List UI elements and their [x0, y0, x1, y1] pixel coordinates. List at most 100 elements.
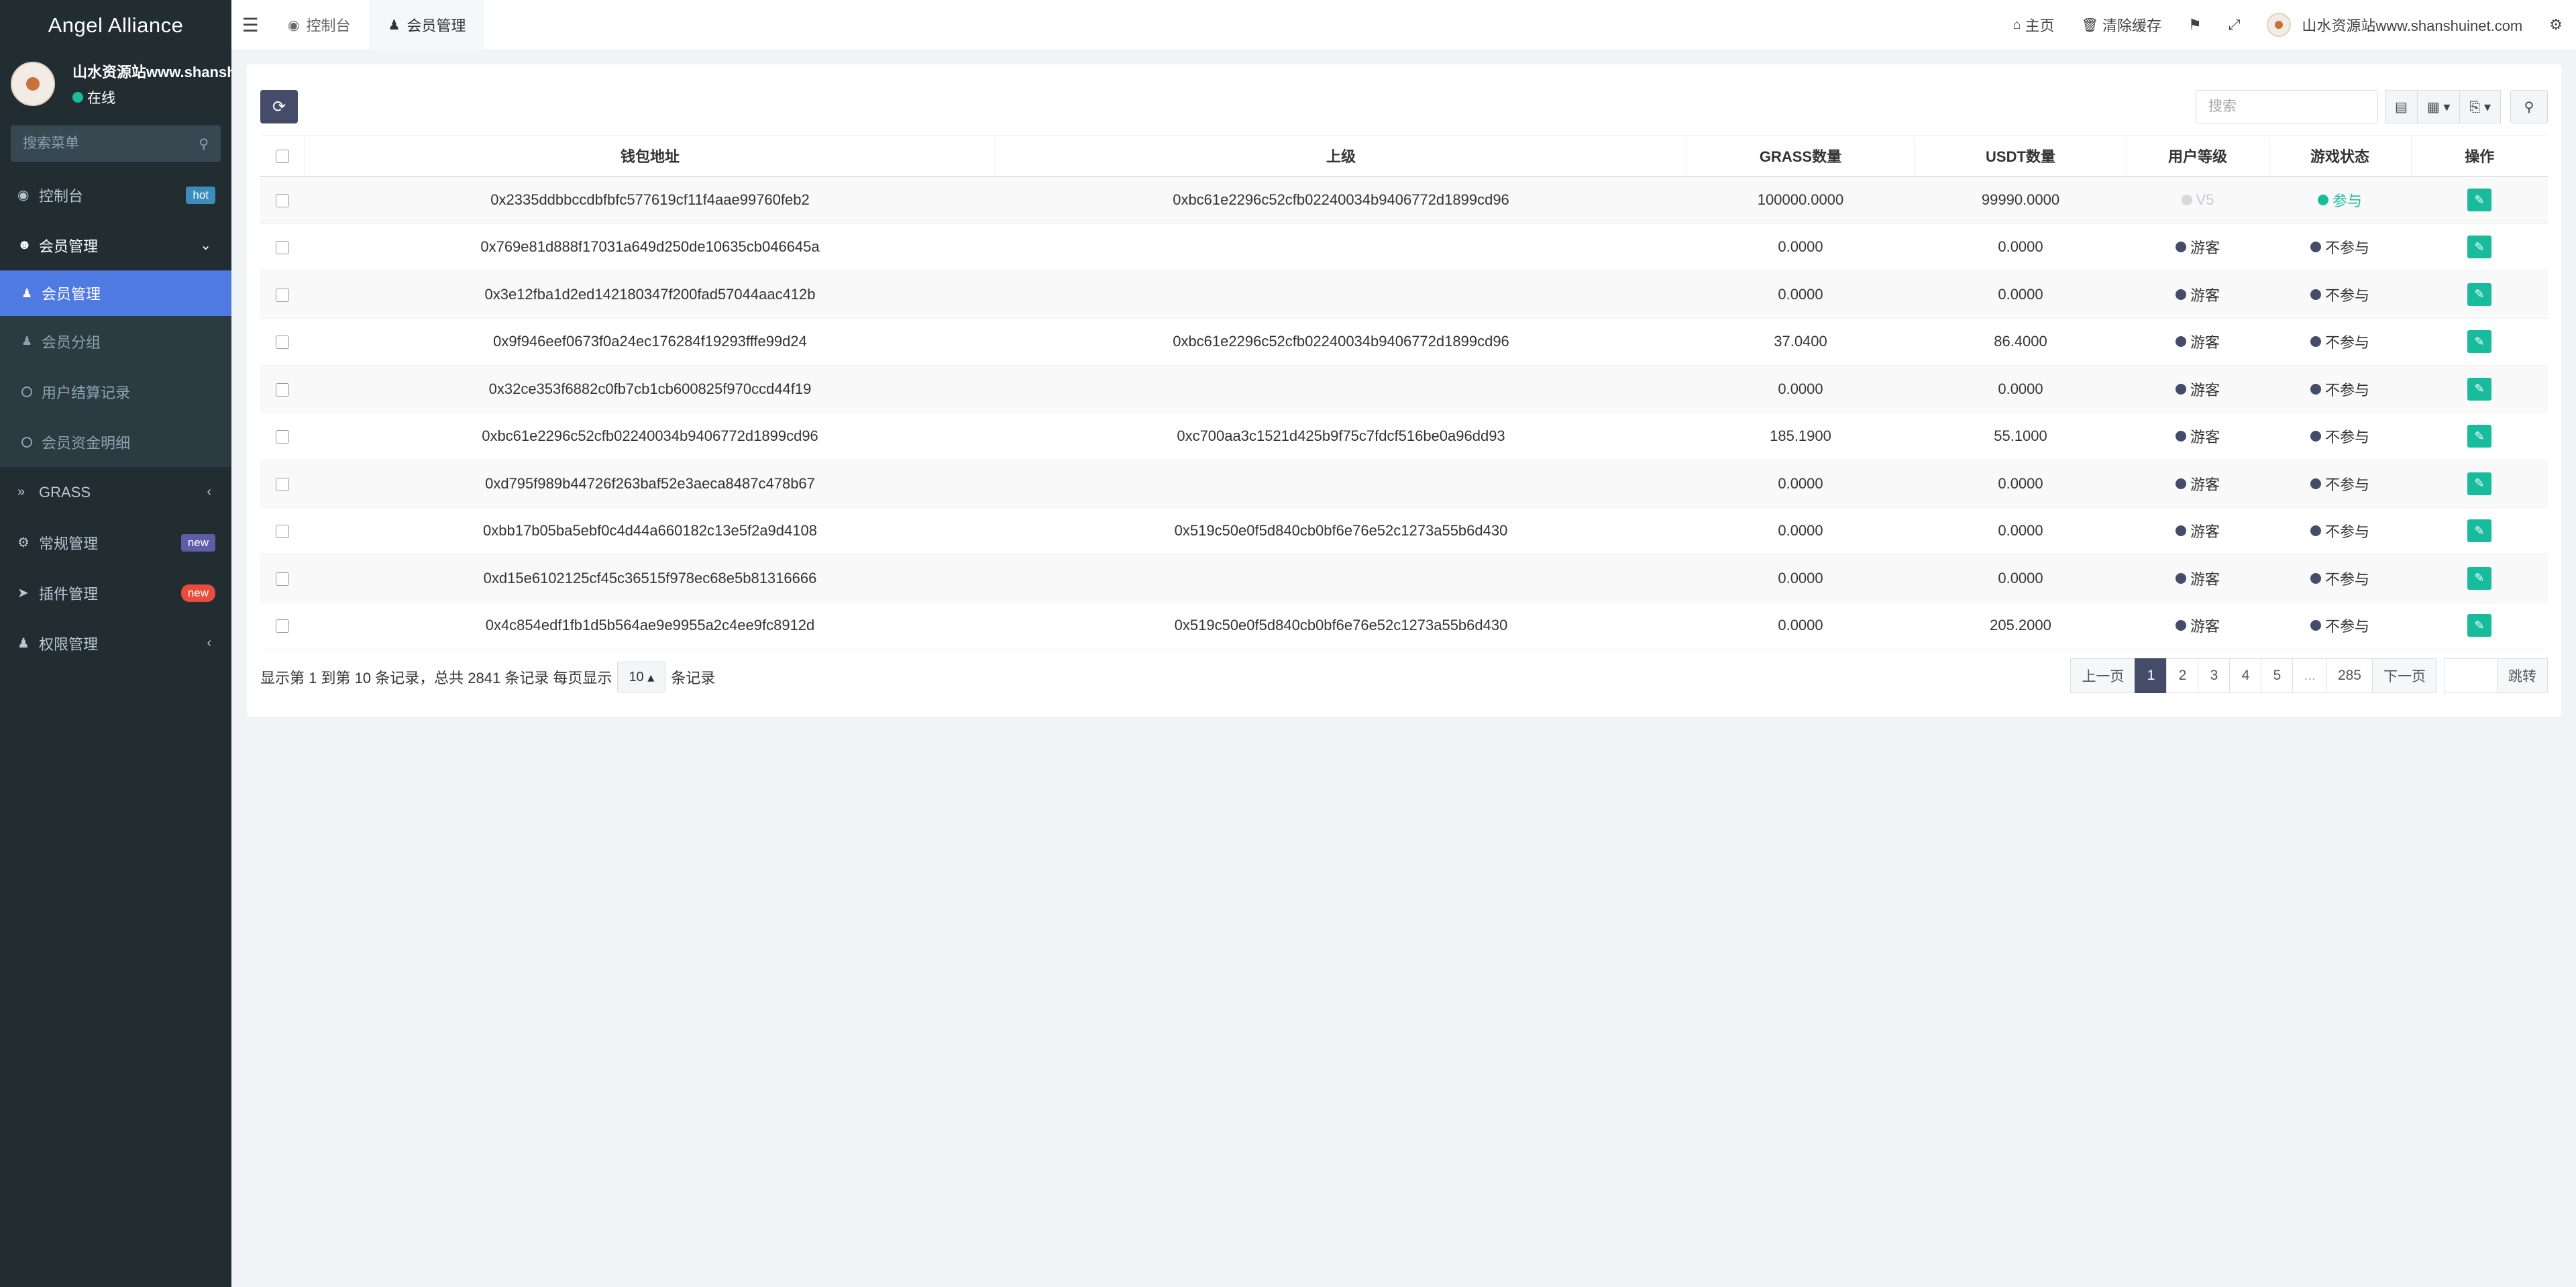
sidebar-item-plugins[interactable]: ➤ 插件管理 new — [0, 568, 231, 618]
tab-dashboard[interactable]: ◉ 控制台 — [269, 0, 369, 50]
sidebar-subitem-member-manage[interactable]: ♟ 会员管理 — [0, 270, 231, 316]
edit-button[interactable]: ✎ — [2467, 566, 2491, 590]
table-row: 0xd795f989b44726f263baf52e3aeca8487c478b… — [260, 460, 2548, 508]
level-label: V5 — [2196, 191, 2214, 208]
sidebar-item-grass[interactable]: » GRASS ‹ — [0, 467, 231, 517]
sidebar-subitem-member-group[interactable]: ♟ 会员分组 — [0, 316, 231, 366]
dashboard-icon: ◉ — [17, 188, 30, 203]
row-checkbox[interactable] — [260, 318, 305, 366]
cell-parent — [996, 365, 1686, 413]
cell-grass: 0.0000 — [1686, 460, 1915, 508]
language-icon[interactable]: ⚑ — [2175, 16, 2215, 34]
advanced-search-button[interactable]: ⚲ — [2510, 90, 2548, 123]
col-parent[interactable]: 上级 — [995, 136, 1686, 177]
page-size-select[interactable]: 10 ▴ — [617, 662, 666, 692]
settings-gear-icon[interactable]: ⚙ — [2536, 16, 2576, 34]
sidebar-item-dashboard[interactable]: ◉ 控制台 hot — [0, 170, 231, 220]
select-all-checkbox[interactable] — [260, 136, 305, 177]
cell-state: 不参与 — [2269, 413, 2411, 460]
state-dot-icon — [2310, 431, 2321, 442]
col-grass[interactable]: GRASS数量 — [1686, 136, 1915, 177]
cell-actions: ✎ — [2411, 602, 2548, 650]
refresh-icon: ⟳ — [272, 97, 286, 116]
clear-cache-button[interactable]: 🗑 清除缓存 — [2068, 14, 2175, 36]
row-checkbox[interactable] — [260, 554, 305, 603]
sidebar-subitem-settlement[interactable]: 用户结算记录 — [0, 366, 231, 417]
cell-state: 参与 — [2269, 176, 2411, 224]
home-link[interactable]: ⌂ 主页 — [2000, 14, 2068, 36]
caret-up-icon: ▴ — [647, 670, 655, 685]
cell-state: 不参与 — [2269, 270, 2411, 319]
edit-button[interactable]: ✎ — [2467, 425, 2491, 448]
page-button[interactable]: 285 — [2326, 658, 2373, 693]
edit-button[interactable]: ✎ — [2467, 189, 2491, 211]
fullscreen-icon[interactable]: ⤢ — [2215, 16, 2254, 34]
cogs-icon: ⚙ — [17, 535, 30, 550]
sidebar-item-members[interactable]: ☻ 会员管理 ⌄ — [0, 220, 231, 270]
pagination-summary: 显示第 1 到第 10 条记录，总共 2841 条记录 每页显示 10 ▴ 条记… — [260, 660, 715, 694]
grid-icon: ▦ ▾ — [2426, 99, 2451, 115]
row-checkbox[interactable] — [260, 365, 305, 413]
user-menu[interactable]: 山水资源站www.shanshuinet.com — [2253, 13, 2536, 37]
row-checkbox[interactable] — [260, 460, 305, 508]
jump-page-input[interactable] — [2444, 658, 2498, 693]
col-usdt[interactable]: USDT数量 — [1914, 136, 2127, 177]
table-row: 0x9f946eef0673f0a24ec176284f19293fffe99d… — [260, 318, 2548, 366]
edit-button[interactable]: ✎ — [2467, 472, 2491, 495]
page-button[interactable]: 3 — [2198, 658, 2231, 693]
table-row: 0xbb17b05ba5ebf0c4d44a660182c13e5f2a9d41… — [260, 507, 2548, 555]
sidebar-item-label: 常规管理 — [39, 535, 99, 552]
row-checkbox[interactable] — [260, 223, 305, 271]
row-checkbox[interactable] — [260, 413, 305, 460]
col-wallet[interactable]: 钱包地址 — [304, 136, 996, 177]
chevron-down-icon: ⌄ — [200, 238, 211, 253]
sidebar-item-label: 控制台 — [39, 187, 84, 205]
tab-member-manage[interactable]: ♟ 会员管理 — [369, 0, 485, 50]
edit-button[interactable]: ✎ — [2467, 519, 2491, 543]
toggle-view-button[interactable]: ▤ — [2384, 90, 2418, 123]
refresh-button[interactable]: ⟳ — [260, 90, 298, 123]
row-checkbox[interactable] — [260, 270, 305, 319]
export-button[interactable]: ⎘ ▾ — [2460, 90, 2501, 123]
row-checkbox[interactable] — [260, 176, 305, 224]
col-level[interactable]: 用户等级 — [2126, 136, 2269, 177]
cell-wallet: 0x2335ddbbccdbfbfc577619cf11f4aae99760fe… — [305, 176, 996, 224]
menu-toggle-icon[interactable]: ☰ — [231, 14, 269, 36]
edit-button[interactable]: ✎ — [2467, 377, 2491, 401]
cell-wallet: 0xbc61e2296c52cfb02240034b9406772d1899cd… — [305, 413, 996, 460]
new-badge: new — [180, 584, 215, 602]
state-dot-icon — [2310, 620, 2321, 631]
search-icon[interactable]: ⚲ — [199, 136, 209, 152]
brand-logo[interactable]: Angel Alliance — [0, 0, 231, 50]
col-state[interactable]: 游戏状态 — [2268, 136, 2411, 177]
level-dot-icon — [2175, 242, 2186, 253]
next-page-button[interactable]: 下一页 — [2372, 658, 2437, 693]
edit-button[interactable]: ✎ — [2467, 236, 2491, 259]
cell-state: 不参与 — [2269, 318, 2411, 366]
home-label: 主页 — [2025, 17, 2055, 34]
row-checkbox[interactable] — [260, 602, 305, 650]
user-status-label: 在线 — [87, 91, 115, 106]
prev-page-button[interactable]: 上一页 — [2070, 658, 2136, 693]
sidebar-item-general[interactable]: ⚙ 常规管理 new — [0, 517, 231, 568]
rocket-icon: ➤ — [17, 586, 29, 601]
edit-button[interactable]: ✎ — [2467, 614, 2491, 637]
page-button[interactable]: 2 — [2166, 658, 2199, 693]
level-label: 游客 — [2190, 523, 2220, 541]
edit-button[interactable]: ✎ — [2467, 282, 2491, 306]
columns-button[interactable]: ▦ ▾ — [2417, 90, 2461, 123]
cell-wallet: 0x769e81d888f17031a649d250de10635cb04664… — [305, 223, 996, 271]
cell-parent — [996, 554, 1686, 603]
sidebar-item-permissions[interactable]: ♟ 权限管理 ‹ — [0, 618, 231, 668]
page-button[interactable]: 4 — [2229, 658, 2262, 693]
state-label: 不参与 — [2324, 476, 2369, 493]
page-button[interactable]: 5 — [2261, 658, 2294, 693]
cell-grass: 185.1900 — [1686, 413, 1915, 460]
jump-button[interactable]: 跳转 — [2497, 658, 2548, 693]
edit-button[interactable]: ✎ — [2467, 330, 2491, 354]
row-checkbox[interactable] — [260, 507, 305, 555]
sidebar-subitem-funds[interactable]: 会员资金明细 — [0, 417, 231, 467]
sidebar-search-input[interactable] — [23, 136, 184, 152]
table-search-input[interactable] — [2195, 90, 2378, 123]
page-button[interactable]: 1 — [2135, 658, 2167, 693]
